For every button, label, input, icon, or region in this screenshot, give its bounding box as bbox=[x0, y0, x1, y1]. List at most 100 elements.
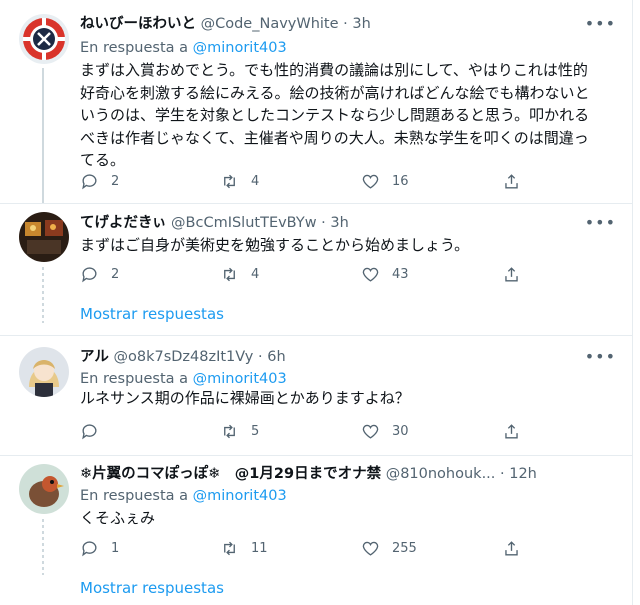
like-icon bbox=[362, 541, 379, 556]
retweet-count: 11 bbox=[251, 540, 268, 556]
tweet-text: まずはご自身が美術史を勉強することから始めましょう。 bbox=[80, 236, 470, 254]
display-name[interactable]: ❄片翼のコマぽっぽ❄ @1月29日までオナ禁 bbox=[80, 466, 381, 482]
show-replies-link[interactable]: Mostrar respuestas bbox=[80, 305, 224, 323]
reply-mention-link[interactable]: @minorit403 bbox=[193, 371, 287, 387]
avatar-image bbox=[19, 14, 69, 64]
timestamp[interactable]: 12h bbox=[509, 466, 537, 482]
share-button[interactable] bbox=[502, 170, 521, 192]
dotted-thread-line bbox=[42, 519, 44, 575]
action-bar: 2 4 16 bbox=[80, 170, 520, 192]
reply-label: En respuesta a bbox=[80, 371, 189, 387]
share-icon bbox=[505, 266, 518, 282]
retweet-count: 4 bbox=[251, 266, 260, 282]
retweet-count: 4 bbox=[251, 173, 260, 189]
reply-button[interactable]: 2 bbox=[80, 170, 119, 192]
reply-icon bbox=[82, 423, 97, 439]
display-name[interactable]: アル bbox=[80, 349, 109, 365]
reply-mention-link[interactable]: @minorit403 bbox=[193, 488, 287, 504]
like-icon bbox=[362, 267, 379, 282]
share-icon bbox=[505, 540, 518, 556]
share-icon bbox=[505, 423, 518, 439]
reply-button[interactable]: 2 bbox=[80, 263, 119, 285]
reply-context: En respuesta a @minorit403 bbox=[80, 369, 287, 389]
reply-label: En respuesta a bbox=[80, 40, 189, 56]
tweet-header: アル @o8k7sDz48zIt1Vy · 6h bbox=[80, 347, 286, 367]
action-bar: 1 11 255 bbox=[80, 537, 520, 559]
tweet-text: くそふぇみ bbox=[80, 509, 156, 527]
user-handle[interactable]: @810nohouk... bbox=[386, 466, 496, 482]
more-icon[interactable]: ••• bbox=[585, 213, 616, 232]
like-count: 30 bbox=[392, 423, 409, 439]
like-button[interactable]: 43 bbox=[361, 263, 409, 285]
reply-button[interactable]: 1 bbox=[80, 537, 119, 559]
retweet-icon bbox=[224, 174, 235, 188]
display-name[interactable]: てげよだきぃ bbox=[80, 215, 166, 231]
share-button[interactable] bbox=[502, 537, 521, 559]
reply-icon bbox=[82, 173, 97, 189]
retweet-count: 5 bbox=[251, 423, 260, 439]
share-icon bbox=[505, 173, 518, 189]
timestamp[interactable]: 3h bbox=[330, 215, 348, 231]
retweet-icon bbox=[224, 424, 235, 438]
show-replies-link[interactable]: Mostrar respuestas bbox=[80, 579, 224, 597]
share-button[interactable] bbox=[502, 263, 521, 285]
like-button[interactable]: 30 bbox=[361, 420, 409, 442]
retweet-icon bbox=[224, 267, 235, 281]
user-handle[interactable]: @Code_NavyWhite bbox=[201, 16, 339, 32]
action-bar: 5 30 bbox=[80, 420, 520, 442]
like-count: 255 bbox=[392, 540, 417, 556]
tweet[interactable]: ❄片翼のコマぽっぽ❄ @1月29日までオナ禁 @810nohouk... · 1… bbox=[0, 456, 632, 605]
separator-dot: · bbox=[321, 215, 326, 231]
like-count: 43 bbox=[392, 266, 409, 282]
timestamp[interactable]: 6h bbox=[267, 349, 285, 365]
separator-dot: · bbox=[343, 16, 348, 32]
tweet[interactable]: ねいびーほわいと @Code_NavyWhite · 3h ••• En res… bbox=[0, 0, 632, 203]
more-icon[interactable]: ••• bbox=[585, 347, 616, 366]
tweet[interactable]: アル @o8k7sDz48zIt1Vy · 6h ••• En respuest… bbox=[0, 336, 632, 455]
reply-count: 2 bbox=[111, 266, 120, 282]
separator-dot: · bbox=[500, 466, 505, 482]
tweet-header: ねいびーほわいと @Code_NavyWhite · 3h bbox=[80, 14, 371, 34]
like-button[interactable]: 255 bbox=[361, 537, 417, 559]
like-count: 16 bbox=[392, 173, 409, 189]
reply-mention-link[interactable]: @minorit403 bbox=[193, 40, 287, 56]
avatar-image bbox=[19, 347, 69, 397]
dotted-thread-line bbox=[42, 267, 44, 323]
reply-icon bbox=[82, 266, 97, 282]
action-bar: 2 4 43 bbox=[80, 263, 520, 285]
thread-line bbox=[42, 68, 44, 203]
tweet-text: まずは入賞おめでとう。でも性的消費の議論は別にして、やはりこれは性的好奇心を刺激… bbox=[80, 61, 590, 169]
reply-thread: ねいびーほわいと @Code_NavyWhite · 3h ••• En res… bbox=[0, 0, 633, 605]
reply-count: 2 bbox=[111, 173, 120, 189]
tweet-header: てげよだきぃ @BcCmISlutTEvBYw · 3h bbox=[80, 213, 349, 233]
display-name[interactable]: ねいびーほわいと bbox=[80, 16, 196, 32]
avatar[interactable] bbox=[19, 14, 69, 64]
like-icon bbox=[362, 174, 379, 189]
tweet-header: ❄片翼のコマぽっぽ❄ @1月29日までオナ禁 @810nohouk... · 1… bbox=[80, 464, 537, 484]
user-handle[interactable]: @BcCmISlutTEvBYw bbox=[171, 215, 317, 231]
more-icon[interactable]: ••• bbox=[585, 14, 616, 33]
reply-context: En respuesta a @minorit403 bbox=[80, 38, 287, 58]
reply-context: En respuesta a @minorit403 bbox=[80, 486, 287, 506]
like-button[interactable]: 16 bbox=[361, 170, 409, 192]
separator-dot: · bbox=[258, 349, 263, 365]
retweet-button[interactable]: 11 bbox=[220, 537, 268, 559]
retweet-button[interactable]: 5 bbox=[220, 420, 259, 442]
reply-icon bbox=[82, 540, 97, 556]
user-handle[interactable]: @o8k7sDz48zIt1Vy bbox=[113, 349, 253, 365]
retweet-icon bbox=[224, 541, 235, 555]
avatar-image bbox=[19, 212, 69, 262]
retweet-button[interactable]: 4 bbox=[220, 263, 259, 285]
avatar[interactable] bbox=[19, 347, 69, 397]
share-button[interactable] bbox=[502, 420, 521, 442]
avatar-image bbox=[19, 464, 69, 514]
avatar[interactable] bbox=[19, 464, 69, 514]
reply-label: En respuesta a bbox=[80, 488, 189, 504]
like-icon bbox=[362, 424, 379, 439]
retweet-button[interactable]: 4 bbox=[220, 170, 259, 192]
tweet[interactable]: てげよだきぃ @BcCmISlutTEvBYw · 3h ••• まずはご自身が… bbox=[0, 204, 632, 335]
avatar[interactable] bbox=[19, 212, 69, 262]
reply-button[interactable] bbox=[80, 420, 111, 442]
tweet-text: ルネサンス期の作品に裸婦画とかありますよね？ bbox=[80, 389, 410, 407]
timestamp[interactable]: 3h bbox=[352, 16, 370, 32]
